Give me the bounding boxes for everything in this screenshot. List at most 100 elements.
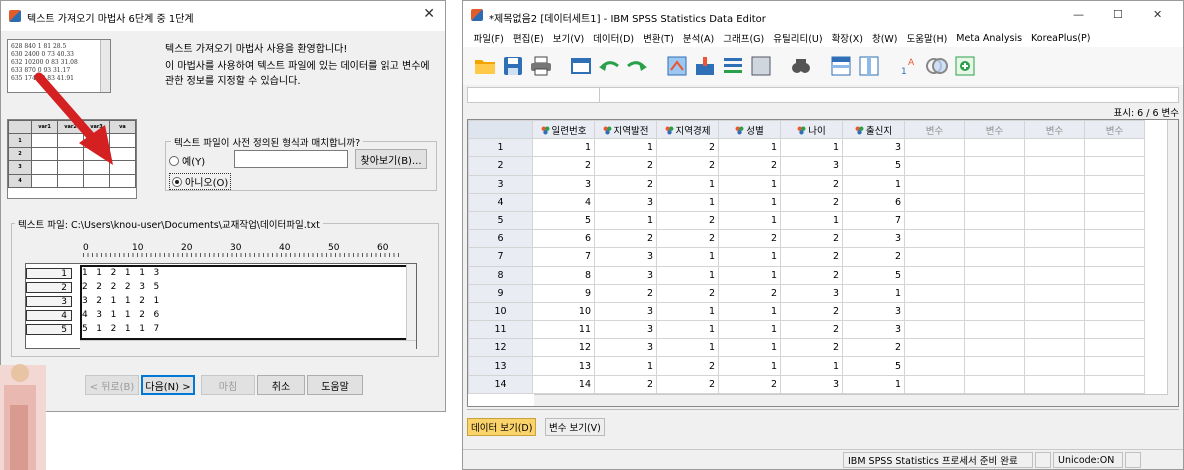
data-cell[interactable]: 1 [656, 301, 719, 322]
browse-button[interactable]: 찾아보기(B)... [355, 149, 427, 169]
data-cell[interactable]: 1 [718, 192, 781, 212]
column-header-3[interactable]: 성별 [718, 120, 781, 140]
cancel-button[interactable]: 취소 [257, 375, 305, 395]
column-header-0[interactable]: 일련번호 [532, 120, 595, 140]
empty-cell[interactable] [904, 320, 965, 340]
data-cell[interactable]: 2 [780, 338, 843, 358]
help-button[interactable]: 도움말 [307, 375, 363, 395]
empty-cell[interactable] [1024, 338, 1085, 358]
insert-cases-icon[interactable] [829, 54, 853, 78]
data-cell[interactable]: 2 [656, 283, 719, 303]
row-header[interactable]: 11 [468, 320, 533, 340]
empty-cell[interactable] [964, 156, 1025, 176]
data-grid[interactable]: 일련번호 지역발전 지역경제 성별 나이 출신지 변수 변수 변수 변수 1 1 1 2 1 1 3 2 2 2 2 2 3… [467, 119, 1179, 407]
empty-cell[interactable] [964, 138, 1025, 158]
data-cell[interactable]: 11 [532, 320, 595, 340]
empty-cell[interactable] [964, 356, 1025, 376]
data-cell[interactable]: 2 [718, 283, 781, 303]
data-cell[interactable]: 2 [594, 174, 657, 194]
data-cell[interactable]: 2 [780, 247, 843, 267]
menu-item-0[interactable]: 파일(F) [469, 31, 508, 45]
data-cell[interactable]: 12 [532, 338, 595, 358]
use-sets-icon[interactable] [925, 54, 949, 78]
column-header-1[interactable]: 지역발전 [594, 120, 657, 140]
data-cell[interactable]: 1 [656, 247, 719, 267]
data-cell[interactable]: 6 [842, 192, 905, 212]
data-cell[interactable]: 3 [594, 301, 657, 322]
data-cell[interactable]: 3 [780, 374, 843, 394]
empty-cell[interactable] [964, 265, 1025, 285]
data-cell[interactable]: 1 [594, 210, 657, 231]
data-cell[interactable]: 2 [656, 138, 719, 158]
empty-cell[interactable] [1084, 138, 1145, 158]
data-cell[interactable]: 2 [780, 229, 843, 249]
empty-cell[interactable] [904, 356, 965, 376]
data-cell[interactable]: 1 [656, 320, 719, 340]
data-cell[interactable]: 1 [656, 192, 719, 212]
row-header[interactable]: 12 [468, 338, 533, 358]
save-icon[interactable] [501, 54, 525, 78]
empty-cell[interactable] [1024, 320, 1085, 340]
spss-titlebar[interactable]: *제목없음2 [데이터세트1] - IBM SPSS Statistics Da… [463, 1, 1183, 29]
row-header[interactable]: 8 [468, 265, 533, 285]
empty-cell[interactable] [1024, 301, 1085, 322]
empty-cell[interactable] [964, 210, 1025, 231]
empty-cell[interactable] [1084, 229, 1145, 249]
data-cell[interactable]: 14 [532, 374, 595, 394]
menu-item-1[interactable]: 편집(E) [508, 31, 548, 45]
empty-cell[interactable] [1024, 192, 1085, 212]
data-cell[interactable]: 3 [594, 338, 657, 358]
data-cell[interactable]: 3 [842, 320, 905, 340]
data-cell[interactable]: 2 [656, 210, 719, 231]
data-cell[interactable]: 8 [532, 265, 595, 285]
empty-cell[interactable] [904, 156, 965, 176]
data-cell[interactable]: 9 [532, 283, 595, 303]
data-cell[interactable]: 1 [594, 138, 657, 158]
data-cell[interactable]: 3 [780, 283, 843, 303]
menu-item-9[interactable]: 창(W) [867, 31, 902, 45]
data-cell[interactable]: 7 [532, 247, 595, 267]
value-labels-icon[interactable]: A1 [897, 54, 921, 78]
empty-cell[interactable] [904, 210, 965, 231]
file-preview-vscrollbar[interactable] [406, 264, 416, 340]
data-cell[interactable]: 5 [532, 210, 595, 231]
empty-cell[interactable] [904, 192, 965, 212]
finish-button[interactable]: 마침 [201, 375, 255, 395]
cell-editor-bar[interactable] [467, 87, 1179, 103]
empty-cell[interactable] [904, 338, 965, 358]
data-cell[interactable]: 2 [594, 283, 657, 303]
data-cell[interactable]: 10 [532, 301, 595, 322]
cell-reference-box[interactable] [468, 88, 600, 102]
tab-variable-view[interactable]: 변수 보기(V) [545, 418, 605, 436]
column-header-4[interactable]: 나이 [780, 120, 843, 140]
row-header[interactable]: 5 [468, 210, 533, 231]
row-header[interactable]: 10 [468, 301, 533, 322]
data-cell[interactable]: 1 [842, 374, 905, 394]
empty-cell[interactable] [964, 374, 1025, 394]
data-cell[interactable]: 2 [780, 320, 843, 340]
empty-cell[interactable] [1084, 356, 1145, 376]
data-cell[interactable]: 1 [718, 210, 781, 231]
empty-cell[interactable] [1084, 174, 1145, 194]
row-header[interactable]: 13 [468, 356, 533, 376]
variables-icon[interactable] [721, 54, 745, 78]
empty-column-header[interactable]: 변수 [1084, 120, 1145, 140]
wizard-close-button[interactable]: ✕ [423, 6, 435, 22]
data-cell[interactable]: 13 [532, 356, 595, 376]
menu-item-8[interactable]: 확장(X) [827, 31, 867, 45]
data-cell[interactable]: 3 [842, 229, 905, 249]
goto-case-icon[interactable] [665, 54, 689, 78]
data-cell[interactable]: 2 [532, 156, 595, 176]
column-header-2[interactable]: 지역경제 [656, 120, 719, 140]
data-cell[interactable]: 1 [718, 301, 781, 322]
data-cell[interactable]: 1 [532, 138, 595, 158]
empty-cell[interactable] [904, 138, 965, 158]
row-header[interactable]: 6 [468, 229, 533, 249]
data-cell[interactable]: 2 [656, 156, 719, 176]
minimize-button[interactable]: — [1073, 8, 1084, 21]
empty-cell[interactable] [964, 283, 1025, 303]
empty-column-header[interactable]: 변수 [1024, 120, 1085, 140]
back-button[interactable]: < 뒤로(B) [85, 375, 139, 395]
tab-data-view[interactable]: 데이터 보기(D) [467, 418, 537, 436]
empty-cell[interactable] [904, 247, 965, 267]
